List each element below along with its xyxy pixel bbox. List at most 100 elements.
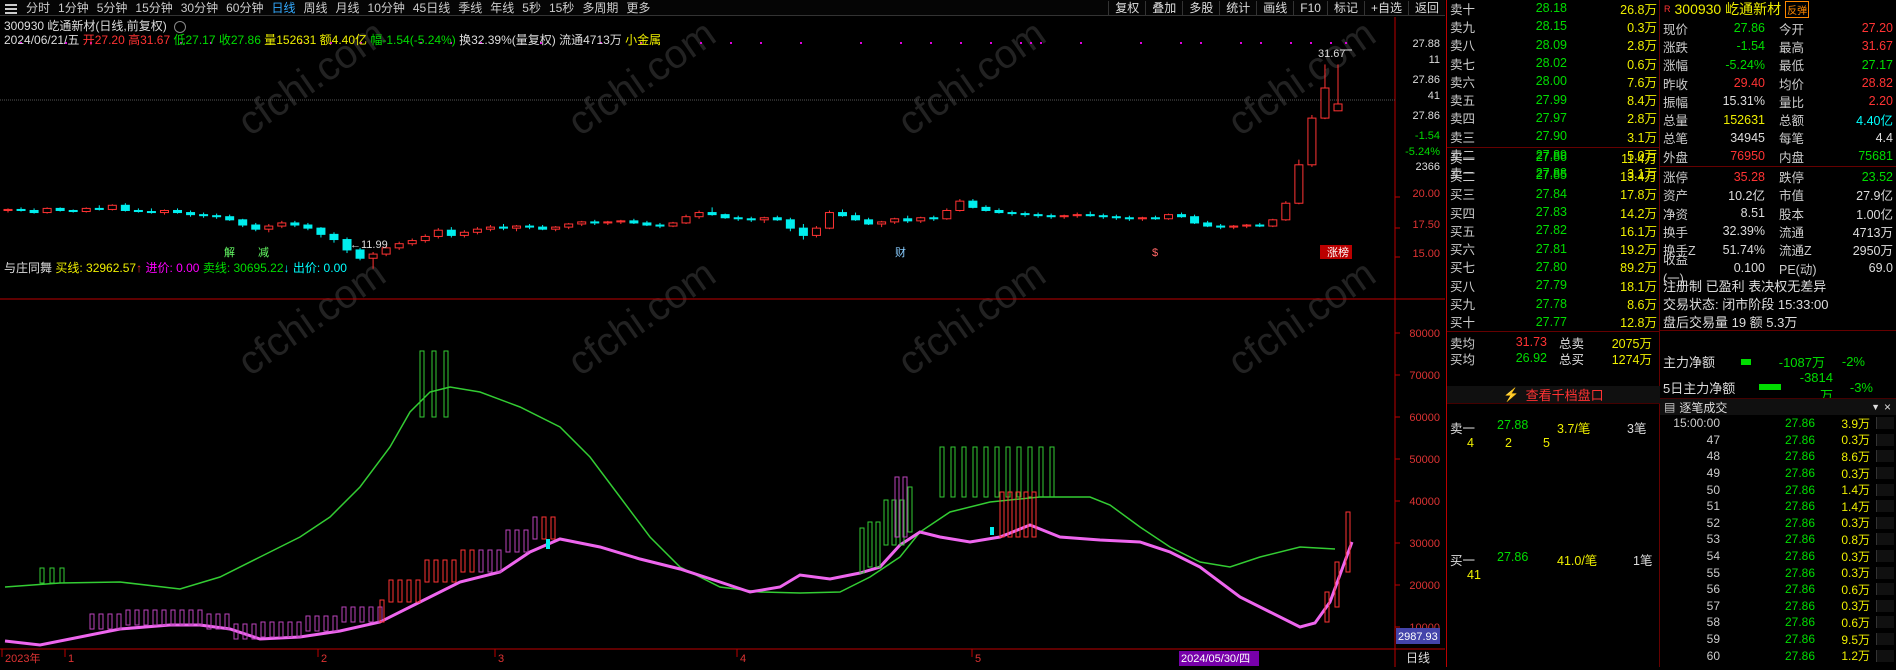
toolbar-button[interactable]: 复权 bbox=[1108, 1, 1146, 15]
tick-scrollbar[interactable] bbox=[1876, 483, 1894, 496]
period-tab[interactable]: 45日线 bbox=[409, 1, 454, 15]
candle-body bbox=[1163, 214, 1173, 220]
divider bbox=[1660, 166, 1896, 167]
level-label: 卖五 bbox=[1450, 94, 1476, 109]
tick-scrollbar[interactable] bbox=[1876, 566, 1894, 579]
kline-chart-area[interactable]: cfchi.com cfchi.com cfchi.com cfchi.com cfch… bbox=[0, 11, 1445, 667]
stat-label2: PE(动) bbox=[1779, 262, 1817, 277]
candle bbox=[498, 223, 508, 231]
candle bbox=[94, 205, 104, 211]
period-tab[interactable]: 1分钟 bbox=[54, 1, 93, 15]
tick-scrollbar[interactable] bbox=[1876, 649, 1894, 662]
period-tab[interactable]: 年线 bbox=[486, 1, 518, 15]
indicator-name[interactable]: 与庄同舞 bbox=[4, 261, 52, 275]
bid-row[interactable]: 买八 27.79 18.1万 bbox=[1447, 276, 1660, 294]
rebound-tag[interactable]: 反弹 bbox=[1785, 0, 1810, 18]
toolbar-button[interactable]: +自选 bbox=[1363, 1, 1408, 15]
ticks-header[interactable]: ▤ 逐笔成交 ▼ × bbox=[1660, 398, 1896, 415]
candle-body bbox=[955, 200, 965, 211]
close-icon[interactable]: × bbox=[1884, 400, 1891, 414]
period-tab[interactable]: 60分钟 bbox=[222, 1, 267, 15]
ask-row[interactable]: 卖九 28.15 0.3万 bbox=[1447, 17, 1660, 35]
toolbar-button[interactable]: 多股 bbox=[1182, 1, 1220, 15]
ask-row[interactable]: 卖六 28.00 7.6万 bbox=[1447, 72, 1660, 90]
bid-row[interactable]: 买一 27.86 11.4万 bbox=[1447, 148, 1660, 166]
stat-label2: 内盘 bbox=[1779, 150, 1805, 165]
bid-row[interactable]: 买十 27.77 12.8万 bbox=[1447, 313, 1660, 331]
x-label: 2023年 bbox=[5, 651, 40, 665]
tick-scrollbar[interactable] bbox=[1876, 599, 1894, 612]
period-tab[interactable]: 5分钟 bbox=[93, 1, 132, 15]
tick-scrollbar[interactable] bbox=[1876, 516, 1894, 529]
caret-down-icon[interactable]: ▼ bbox=[1871, 402, 1880, 412]
tick-volume: 0.8万 bbox=[1841, 532, 1870, 547]
bid-row[interactable]: 买五 27.82 16.1万 bbox=[1447, 221, 1660, 239]
indicator-out-price: 出价: 0.00 bbox=[292, 261, 347, 275]
period-tab[interactable]: 日线 bbox=[267, 1, 299, 15]
period-tab[interactable]: 15分钟 bbox=[131, 1, 176, 15]
toolbar-button[interactable]: 返回 bbox=[1407, 1, 1445, 15]
ask-row[interactable]: 卖十 28.18 26.8万 bbox=[1447, 0, 1660, 17]
candle bbox=[1268, 218, 1278, 228]
tick-price: 27.86 bbox=[1784, 515, 1815, 530]
period-tab[interactable]: 更多 bbox=[622, 1, 654, 15]
stat-value2: 27.9亿 bbox=[1856, 189, 1893, 204]
period-tab[interactable]: 30分钟 bbox=[177, 1, 222, 15]
stat-label2: 股本 bbox=[1779, 207, 1805, 222]
level-volume: 7.6万 bbox=[1627, 75, 1657, 90]
indicator-bar bbox=[443, 350, 449, 418]
level2-header[interactable]: ⚡ 查看千档盘口 bbox=[1447, 386, 1660, 404]
bid-row[interactable]: 买三 27.84 17.8万 bbox=[1447, 185, 1660, 203]
ask-row[interactable]: 卖七 28.02 0.6万 bbox=[1447, 54, 1660, 72]
tick-scrollbar[interactable] bbox=[1876, 433, 1894, 446]
tick-scrollbar[interactable] bbox=[1876, 500, 1894, 513]
signal-dot bbox=[1310, 42, 1312, 44]
stat-label2: 流通Z bbox=[1779, 244, 1812, 259]
toolbar-button[interactable]: 统计 bbox=[1219, 1, 1257, 15]
tick-scrollbar[interactable] bbox=[1876, 616, 1894, 629]
bid-row[interactable]: 买四 27.83 14.2万 bbox=[1447, 203, 1660, 221]
ask-row[interactable]: 卖四 27.97 2.8万 bbox=[1447, 109, 1660, 127]
ask-row[interactable]: 卖三 27.90 3.1万 bbox=[1447, 127, 1660, 145]
bid-row[interactable]: 买七 27.80 89.2万 bbox=[1447, 258, 1660, 276]
tick-scrollbar[interactable] bbox=[1876, 417, 1894, 430]
indicator-bar bbox=[359, 606, 365, 623]
period-tab[interactable]: 月线 bbox=[332, 1, 364, 15]
tick-scrollbar[interactable] bbox=[1876, 550, 1894, 563]
ask-row[interactable]: 卖五 27.99 8.4万 bbox=[1447, 91, 1660, 109]
tick-volume: 3.9万 bbox=[1841, 416, 1870, 431]
toolbar-button[interactable]: 标记 bbox=[1326, 1, 1364, 15]
level-volume: 2.8万 bbox=[1627, 112, 1657, 127]
tick-time: 48 bbox=[1706, 449, 1720, 464]
tick-scrollbar[interactable] bbox=[1876, 450, 1894, 463]
summary-amount: 额4.40亿 bbox=[319, 33, 367, 47]
period-tab[interactable]: 多周期 bbox=[578, 1, 622, 15]
candle-body bbox=[368, 253, 378, 259]
indicator-bars bbox=[39, 350, 1351, 640]
bid-row[interactable]: 买九 27.78 8.6万 bbox=[1447, 294, 1660, 313]
level-volume: 26.8万 bbox=[1620, 2, 1657, 17]
menu-icon[interactable] bbox=[4, 2, 18, 14]
toolbar-button[interactable]: 叠加 bbox=[1145, 1, 1183, 15]
industry-tag[interactable]: 小金属 bbox=[625, 33, 661, 47]
period-tab[interactable]: 分时 bbox=[22, 1, 54, 15]
ask-row[interactable]: 卖八 28.09 2.8万 bbox=[1447, 36, 1660, 54]
period-tab[interactable]: 周线 bbox=[299, 1, 331, 15]
period-tab[interactable]: 10分钟 bbox=[364, 1, 409, 15]
candle-body bbox=[1020, 213, 1030, 216]
period-tab[interactable]: 5秒 bbox=[518, 1, 545, 15]
candle-body bbox=[55, 207, 65, 211]
tick-scrollbar[interactable] bbox=[1876, 467, 1894, 480]
tick-scrollbar[interactable] bbox=[1876, 633, 1894, 646]
period-tab[interactable]: 15秒 bbox=[545, 1, 578, 15]
bid-row[interactable]: 买六 27.81 19.2万 bbox=[1447, 240, 1660, 258]
stat-value2: 4.4 bbox=[1875, 130, 1893, 145]
toolbar-button[interactable]: 画线 bbox=[1256, 1, 1294, 15]
l2-sell-price: 27.88 bbox=[1497, 418, 1529, 432]
bid-row[interactable]: 买二 27.85 13.4万 bbox=[1447, 166, 1660, 184]
toolbar-button[interactable]: F10 bbox=[1293, 1, 1327, 15]
tick-scrollbar[interactable] bbox=[1876, 533, 1894, 546]
tick-scrollbar[interactable] bbox=[1876, 583, 1894, 596]
kline-svg[interactable]: cfchi.com cfchi.com cfchi.com cfchi.com cfch… bbox=[0, 11, 1445, 667]
period-tab[interactable]: 季线 bbox=[454, 1, 486, 15]
